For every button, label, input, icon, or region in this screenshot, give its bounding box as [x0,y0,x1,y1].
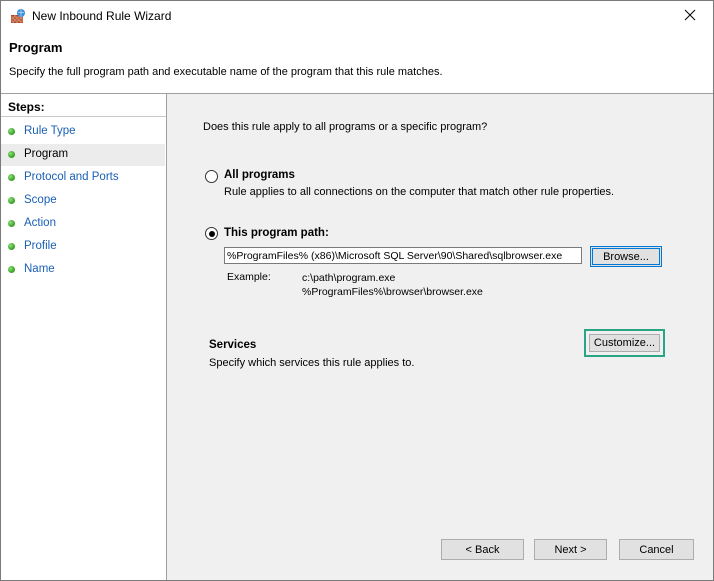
cancel-button[interactable]: Cancel [619,539,694,560]
title-bar: New Inbound Rule Wizard [1,1,713,32]
step-scope[interactable]: Scope [1,190,165,212]
example-label: Example: [227,271,271,283]
browse-button[interactable]: Browse... [590,246,662,267]
steps-divider [1,116,166,117]
firewall-icon [10,8,26,24]
all-programs-label[interactable]: All programs [224,169,295,181]
step-action[interactable]: Action [1,213,165,235]
cancel-button-label: Cancel [639,543,674,556]
step-label: Rule Type [24,125,76,137]
wizard-header: Program Specify the full program path an… [1,32,713,92]
example-path-2: %ProgramFiles%\browser\browser.exe [302,286,483,298]
step-program[interactable]: Program [1,144,165,166]
back-button[interactable]: < Back [441,539,524,560]
step-status-icon [8,220,15,227]
browse-button-label: Browse... [603,250,649,263]
step-name[interactable]: Name [1,259,165,281]
wizard-content: Does this rule apply to all programs or … [167,94,713,580]
step-profile[interactable]: Profile [1,236,165,258]
steps-title: Steps: [8,100,45,114]
step-label: Program [24,148,69,160]
back-button-label: < Back [465,543,500,556]
step-status-icon [8,197,15,204]
next-button-label: Next > [554,543,587,556]
window-title: New Inbound Rule Wizard [32,9,172,23]
step-status-icon [8,128,15,135]
services-description: Specify which services this rule applies… [209,357,415,369]
step-status-icon [8,174,15,181]
program-path-label[interactable]: This program path: [224,227,329,239]
step-label: Protocol and Ports [24,171,119,183]
services-title: Services [209,339,257,351]
step-label: Name [24,263,55,275]
step-rule-type[interactable]: Rule Type [1,121,165,143]
wizard-window: New Inbound Rule Wizard Program Specify … [0,0,714,581]
next-button[interactable]: Next > [534,539,607,560]
step-status-icon [8,151,15,158]
close-button[interactable] [667,1,713,32]
example-path-1: c:\path\program.exe [302,272,396,284]
step-label: Action [24,217,56,229]
steps-sidebar: Steps: Rule Type Program Protocol and Po… [1,94,167,580]
page-title: Program [9,40,63,55]
customize-highlight: Customize... [584,329,665,357]
close-icon [684,9,696,24]
step-status-icon [8,266,15,273]
customize-button-label: Customize... [593,337,656,349]
step-status-icon [8,243,15,250]
example-paths: c:\path\program.exe %ProgramFiles%\brows… [302,271,483,299]
customize-button[interactable]: Customize... [589,334,660,352]
step-label: Profile [24,240,57,252]
scope-question: Does this rule apply to all programs or … [203,121,488,133]
all-programs-radio[interactable] [205,170,218,183]
program-path-radio[interactable] [205,227,218,240]
step-protocol-and-ports[interactable]: Protocol and Ports [1,167,165,189]
all-programs-description: Rule applies to all connections on the c… [224,186,615,198]
program-path-input[interactable] [224,247,582,264]
step-label: Scope [24,194,57,206]
page-description: Specify the full program path and execut… [9,66,443,78]
